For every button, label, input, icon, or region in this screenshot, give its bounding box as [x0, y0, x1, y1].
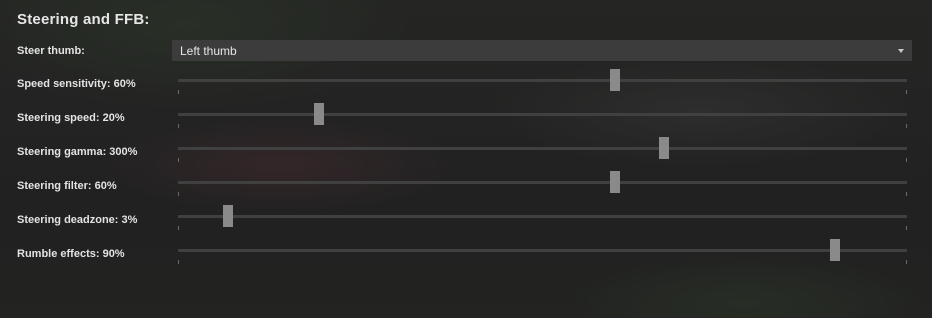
- section-title: Steering and FFB:: [17, 11, 150, 28]
- slider-thumb[interactable]: [222, 205, 233, 227]
- slider-tick-max: [906, 260, 907, 264]
- speed-sensitivity-label: Speed sensitivity: 60%: [17, 78, 136, 90]
- slider-thumb[interactable]: [313, 103, 324, 125]
- slider-thumb[interactable]: [659, 137, 670, 159]
- steering-filter-label: Steering filter: 60%: [17, 180, 117, 192]
- rumble-effects-label: Rumble effects: 90%: [17, 248, 125, 260]
- steer-thumb-dropdown[interactable]: Left thumb: [172, 40, 912, 61]
- slider-tick-max: [906, 90, 907, 94]
- steer-thumb-value: Left thumb: [180, 44, 237, 58]
- slider-tick-min: [178, 158, 179, 162]
- slider-tick-max: [906, 192, 907, 196]
- chevron-down-icon: [898, 49, 904, 53]
- steering-gamma-slider[interactable]: [178, 137, 907, 165]
- steering-speed-label: Steering speed: 20%: [17, 112, 125, 124]
- slider-track: [178, 113, 907, 116]
- slider-track: [178, 215, 907, 218]
- steer-thumb-label: Steer thumb:: [17, 45, 85, 57]
- slider-tick-max: [906, 226, 907, 230]
- slider-tick-min: [178, 192, 179, 196]
- rumble-effects-slider[interactable]: [178, 239, 907, 267]
- slider-tick-min: [178, 90, 179, 94]
- slider-thumb[interactable]: [610, 69, 621, 91]
- slider-tick-min: [178, 226, 179, 230]
- steering-gamma-label: Steering gamma: 300%: [17, 146, 138, 158]
- slider-thumb[interactable]: [610, 171, 621, 193]
- slider-track: [178, 181, 907, 184]
- steering-deadzone-slider[interactable]: [178, 205, 907, 233]
- speed-sensitivity-slider[interactable]: [178, 69, 907, 97]
- steering-filter-slider[interactable]: [178, 171, 907, 199]
- steering-deadzone-label: Steering deadzone: 3%: [17, 214, 138, 226]
- slider-track: [178, 249, 907, 252]
- slider-track: [178, 147, 907, 150]
- slider-track: [178, 79, 907, 82]
- slider-tick-min: [178, 260, 179, 264]
- steering-speed-slider[interactable]: [178, 103, 907, 131]
- slider-tick-max: [906, 158, 907, 162]
- slider-tick-max: [906, 124, 907, 128]
- slider-tick-min: [178, 124, 179, 128]
- slider-thumb[interactable]: [829, 239, 840, 261]
